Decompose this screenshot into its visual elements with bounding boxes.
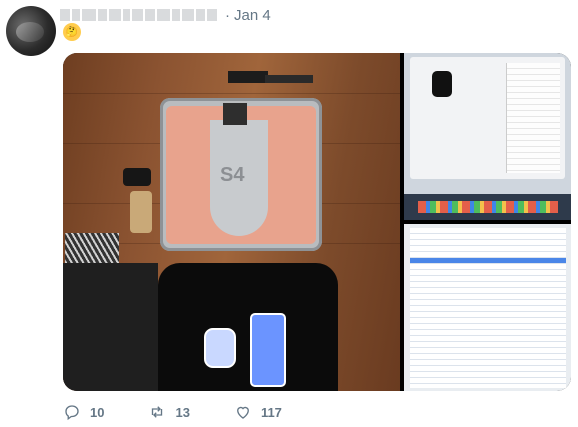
date-separator: · [225, 6, 230, 24]
laptop-window [410, 57, 565, 179]
side-button-part [130, 191, 152, 233]
flex-cable [265, 75, 313, 83]
retweet-count: 13 [175, 404, 190, 420]
dark-fabric [63, 263, 158, 391]
tweet-header: · Jan 4 [60, 5, 271, 25]
retweet-button[interactable]: 13 [148, 403, 190, 421]
thinking-face-emoji: 🤔 [63, 23, 81, 41]
ribbon-cable [65, 233, 119, 263]
tweet-actions: 10 13 117 [63, 403, 326, 421]
system-report-table [410, 228, 566, 388]
media-photo-system-report[interactable] [404, 224, 571, 391]
phone-icon [250, 313, 286, 387]
device-info-column [506, 63, 560, 173]
qr-chip [223, 103, 247, 125]
tweet-media[interactable]: S4 [63, 53, 571, 391]
reply-icon [65, 405, 79, 421]
flex-connector [228, 71, 268, 83]
reply-button[interactable]: 10 [63, 403, 104, 421]
heart-icon [237, 406, 249, 419]
like-button[interactable]: 117 [234, 403, 282, 421]
watch-screen [158, 263, 338, 391]
watch-icon [204, 328, 236, 368]
tweet-date[interactable]: Jan 4 [234, 7, 271, 24]
avatar[interactable] [6, 6, 56, 56]
emoji-text: 🤔 [65, 26, 79, 38]
like-count: 117 [260, 404, 282, 420]
chip-label: S4 [220, 164, 245, 186]
avatar-highlight [16, 22, 44, 42]
small-component [123, 168, 151, 186]
media-photo-teardown[interactable]: S4 [63, 53, 400, 391]
selected-row [410, 258, 566, 263]
retweet-icon [152, 406, 163, 418]
dock-icons [418, 201, 558, 213]
reply-count: 10 [90, 404, 105, 420]
blurred-username[interactable] [60, 9, 217, 21]
media-photo-laptop-screen[interactable] [404, 53, 571, 220]
apple-watch-icon [432, 71, 452, 97]
